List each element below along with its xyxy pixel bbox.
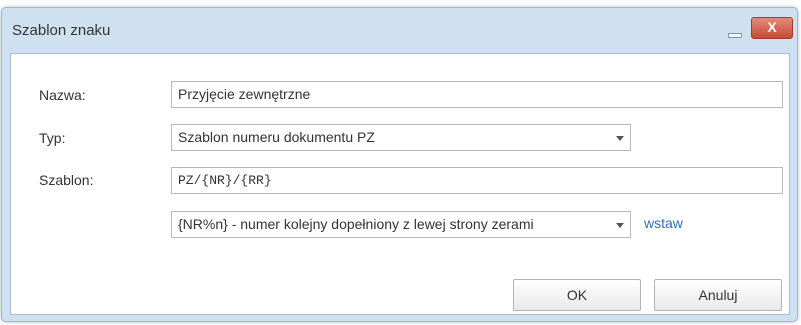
placeholder-select[interactable]: {NR%n} - numer kolejny dopełniony z lewe…	[171, 211, 631, 238]
type-label: Typ:	[39, 130, 66, 146]
template-field-value: PZ/{NR}/{RR}	[178, 173, 272, 188]
name-field-value: Przyjęcie zewnętrzne	[178, 86, 311, 102]
dropdown-caret-icon	[616, 223, 624, 228]
template-label: Szablon:	[39, 172, 94, 188]
insert-link[interactable]: wstaw	[644, 215, 683, 231]
name-label: Nazwa:	[39, 87, 86, 103]
placeholder-select-value: {NR%n} - numer kolejny dopełniony z lewe…	[178, 216, 534, 232]
dialog-titlebar[interactable]: Szablon znaku X	[2, 8, 797, 44]
type-select[interactable]: Szablon numeru dokumentu PZ	[171, 124, 631, 151]
ok-button[interactable]: OK	[513, 279, 641, 311]
type-select-value: Szablon numeru dokumentu PZ	[178, 129, 375, 145]
close-icon[interactable]: X	[751, 17, 793, 39]
minimize-icon[interactable]	[724, 26, 744, 40]
dialog-window: Szablon znaku X Nazwa: Przyjęcie zewnętr…	[1, 7, 798, 322]
dialog-title: Szablon znaku	[12, 22, 111, 39]
cancel-button[interactable]: Anuluj	[654, 279, 782, 311]
name-field[interactable]: Przyjęcie zewnętrzne	[171, 81, 783, 108]
dropdown-caret-icon	[616, 136, 624, 141]
template-field[interactable]: PZ/{NR}/{RR}	[171, 167, 783, 194]
dialog-body: Nazwa: Przyjęcie zewnętrzne Typ: Szablon…	[10, 53, 790, 315]
